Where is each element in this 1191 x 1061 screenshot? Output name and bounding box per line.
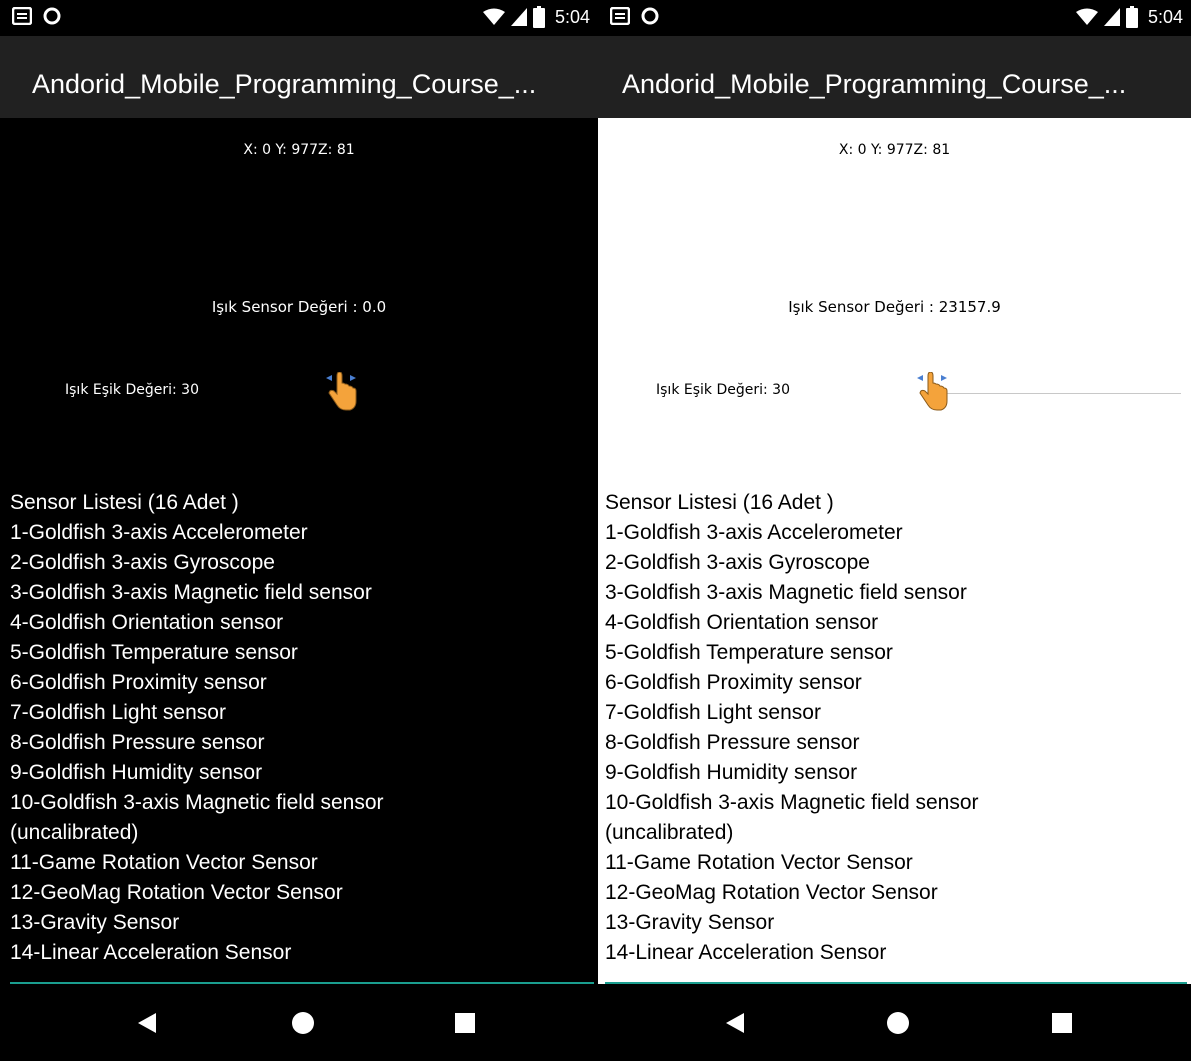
list-item: 3-Goldfish 3-axis Magnetic field sensor xyxy=(605,581,967,604)
list-item: 10-Goldfish 3-axis Magnetic field sensor xyxy=(605,791,979,814)
back-icon xyxy=(138,1013,156,1033)
list-item: 7-Goldfish Light sensor xyxy=(605,701,821,724)
battery-icon xyxy=(532,6,545,28)
list-item: 10-Goldfish 3-axis Magnetic field sensor xyxy=(10,791,384,814)
recents-button[interactable] xyxy=(1042,1003,1082,1043)
battery-icon xyxy=(1125,6,1138,28)
list-item: 12-GeoMag Rotation Vector Sensor xyxy=(605,881,938,904)
list-item: 4-Goldfish Orientation sensor xyxy=(605,611,879,634)
main-content[interactable]: X: 0 Y: 977Z: 81 Işık Sensor Değeri : 23… xyxy=(598,118,1191,984)
accelerometer-readout: X: 0 Y: 977Z: 81 xyxy=(243,142,355,158)
light-threshold-seekbar[interactable] xyxy=(322,368,362,412)
sensor-list-header: Sensor Listesi (16 Adet ) xyxy=(10,491,239,514)
screenshot-stage: 5:04 Andorid_Mobile_Programming_Course_.… xyxy=(0,0,1191,1061)
list-item: 12-GeoMag Rotation Vector Sensor xyxy=(10,881,343,904)
status-bar: 5:04 xyxy=(598,0,1191,36)
list-item: 5-Goldfish Temperature sensor xyxy=(10,641,298,664)
notification-circle-icon xyxy=(43,7,61,25)
navigation-bar xyxy=(0,984,598,1061)
light-threshold-seekbar[interactable] xyxy=(913,368,1181,412)
signal-icon xyxy=(1103,8,1120,26)
list-item: 13-Gravity Sensor xyxy=(605,911,775,934)
recents-button[interactable] xyxy=(445,1003,485,1043)
home-button[interactable] xyxy=(878,1003,918,1043)
list-item: 11-Game Rotation Vector Sensor xyxy=(605,851,913,874)
notification-list-icon xyxy=(12,7,32,25)
list-item: 6-Goldfish Proximity sensor xyxy=(10,671,267,694)
list-item: 8-Goldfish Pressure sensor xyxy=(605,731,860,754)
main-content[interactable]: X: 0 Y: 977Z: 81 Işık Sensor Değeri : 0.… xyxy=(0,118,598,984)
notification-list-icon xyxy=(610,7,630,25)
list-item: 11-Game Rotation Vector Sensor xyxy=(10,851,318,874)
recents-icon xyxy=(1052,1013,1072,1033)
wifi-icon xyxy=(1075,8,1098,25)
touch-hand-icon[interactable] xyxy=(915,372,949,412)
recents-icon xyxy=(455,1013,475,1033)
list-item: 4-Goldfish Orientation sensor xyxy=(10,611,284,634)
list-item: 1-Goldfish 3-axis Accelerometer xyxy=(605,521,903,544)
status-bar: 5:04 xyxy=(0,0,598,36)
light-sensor-value: Işık Sensor Değeri : 0.0 xyxy=(211,298,387,316)
back-icon xyxy=(726,1013,744,1033)
accelerometer-readout: X: 0 Y: 977Z: 81 xyxy=(838,142,951,158)
status-time: 5:04 xyxy=(554,7,590,27)
navigation-bar xyxy=(598,984,1191,1061)
app-title: Andorid_Mobile_Programming_Course_... xyxy=(32,69,537,99)
signal-icon xyxy=(510,8,527,26)
list-item: 1-Goldfish 3-axis Accelerometer xyxy=(10,521,308,544)
home-button[interactable] xyxy=(283,1003,323,1043)
list-item: 2-Goldfish 3-axis Gyroscope xyxy=(10,551,275,574)
list-item: 6-Goldfish Proximity sensor xyxy=(605,671,862,694)
wifi-icon xyxy=(482,8,505,25)
light-threshold-label: Işık Eşik Değeri: 30 xyxy=(65,382,199,398)
list-item: 9-Goldfish Humidity sensor xyxy=(605,761,858,784)
list-item: 14-Linear Acceleration Sensor xyxy=(10,941,292,964)
list-item: 5-Goldfish Temperature sensor xyxy=(605,641,893,664)
light-sensor-value: Işık Sensor Değeri : 23157.9 xyxy=(788,298,1001,316)
light-threshold-label: Işık Eşik Değeri: 30 xyxy=(656,382,790,398)
touch-hand-icon[interactable] xyxy=(324,372,358,412)
seekbar-track[interactable] xyxy=(931,393,1181,394)
list-item: 7-Goldfish Light sensor xyxy=(10,701,226,724)
phone-screen-light: 5:04 Andorid_Mobile_Programming_Course_.… xyxy=(598,0,1191,1061)
status-time: 5:04 xyxy=(1147,7,1183,27)
list-item: 8-Goldfish Pressure sensor xyxy=(10,731,265,754)
sensor-list-header: Sensor Listesi (16 Adet ) xyxy=(605,491,834,514)
list-item: 9-Goldfish Humidity sensor xyxy=(10,761,263,784)
list-item: 2-Goldfish 3-axis Gyroscope xyxy=(605,551,870,574)
app-bar: Andorid_Mobile_Programming_Course_... xyxy=(0,36,598,118)
list-item: 13-Gravity Sensor xyxy=(10,911,180,934)
home-icon xyxy=(292,1012,314,1034)
list-item: (uncalibrated) xyxy=(605,821,734,844)
back-button[interactable] xyxy=(127,1003,167,1043)
sensor-list[interactable]: Sensor Listesi (16 Adet ) 1-Goldfish 3-a… xyxy=(10,488,592,968)
list-item: 14-Linear Acceleration Sensor xyxy=(605,941,887,964)
phone-screen-dark: 5:04 Andorid_Mobile_Programming_Course_.… xyxy=(0,0,598,1061)
notification-circle-icon xyxy=(641,7,659,25)
home-icon xyxy=(887,1012,909,1034)
app-bar: Andorid_Mobile_Programming_Course_... xyxy=(598,36,1191,118)
list-item: 3-Goldfish 3-axis Magnetic field sensor xyxy=(10,581,372,604)
sensor-list[interactable]: Sensor Listesi (16 Adet ) 1-Goldfish 3-a… xyxy=(605,488,1185,968)
app-title: Andorid_Mobile_Programming_Course_... xyxy=(622,69,1127,99)
back-button[interactable] xyxy=(715,1003,755,1043)
list-item: (uncalibrated) xyxy=(10,821,139,844)
